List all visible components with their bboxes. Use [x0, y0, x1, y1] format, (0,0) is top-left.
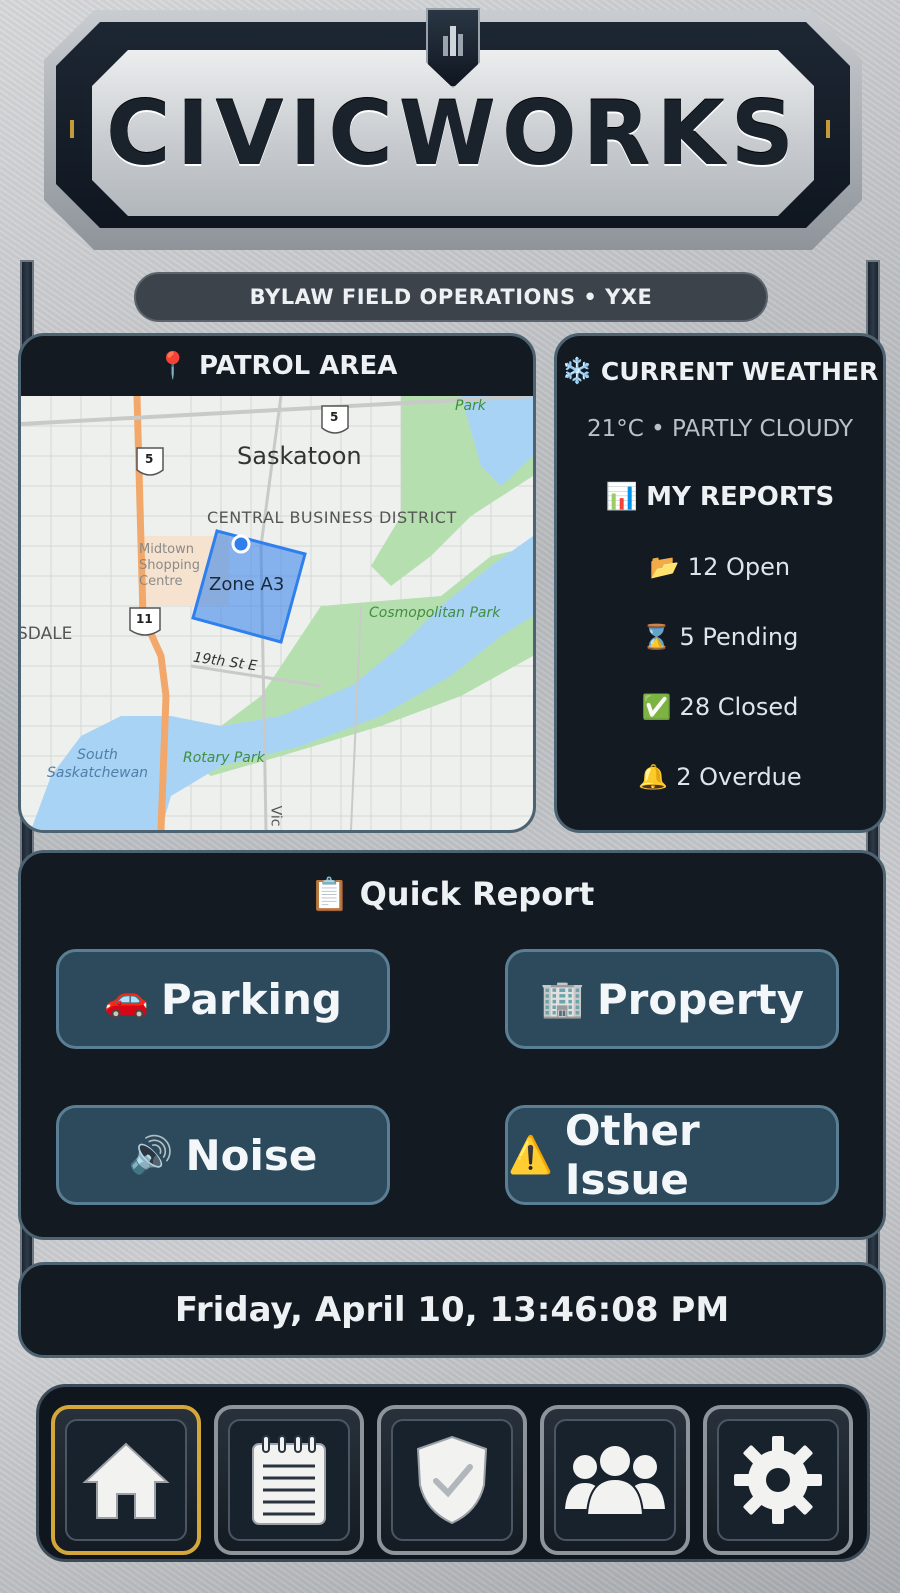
button-label: Other Issue	[564, 1106, 700, 1204]
report-stat-label: 28 Closed	[679, 693, 799, 721]
map-label-park: Rotary Park	[183, 750, 265, 766]
map-label-river-line: Saskatchewan	[47, 765, 149, 781]
nav-settings-inner	[717, 1419, 839, 1541]
speaker-icon: 🔊	[128, 1135, 174, 1176]
button-label: Property	[596, 974, 804, 1024]
report-stat-label: 5 Pending	[679, 623, 799, 651]
quick-report-header: 📋 Quick Report	[21, 875, 883, 913]
gear-icon	[734, 1436, 822, 1524]
highway-shield-label: 5	[145, 452, 154, 466]
map-label-mall-line: Shopping	[139, 558, 201, 573]
clipboard-icon: 📋	[309, 875, 350, 913]
map-label-street: Vic	[267, 805, 284, 827]
weather-header: ❄️ CURRENT WEATHER	[557, 356, 883, 386]
header-accent	[70, 120, 74, 138]
other-issue-report-button[interactable]: ⚠️ Other Issue	[505, 1105, 839, 1205]
patrol-area-panel: 📍 PATROL AREA 5 5 11 Park Saskatoon CENT…	[18, 333, 536, 833]
patrol-area-title: PATROL AREA	[199, 351, 398, 381]
current-datetime: Friday, April 10, 13:46:08 PM	[174, 1290, 730, 1330]
weather-condition: 21°C • PARTLY CLOUDY	[586, 416, 854, 442]
patrol-map[interactable]: 5 5 11 Park Saskatoon CENTRAL BUSINESS D…	[21, 396, 533, 830]
shield-check-icon	[416, 1435, 488, 1525]
building-icon: 🏢	[540, 979, 585, 1020]
bottom-nav	[36, 1384, 870, 1562]
report-stat-label: 2 Overdue	[676, 763, 802, 791]
map-label-city: Saskatoon	[237, 442, 362, 470]
quick-report-title: Quick Report	[359, 875, 595, 913]
reports-header: 📊 MY REPORTS	[557, 482, 883, 512]
nav-compliance-inner	[391, 1419, 513, 1541]
pin-icon: 📍	[156, 351, 190, 381]
report-stat-closed[interactable]: ✅ 28 Closed	[557, 672, 883, 742]
map-label-park: Park	[455, 398, 486, 414]
hourglass-icon: ⌛	[641, 623, 672, 651]
highway-shield-label: 5	[330, 410, 339, 424]
chart-icon: 📊	[605, 482, 639, 512]
snowflake-icon: ❄️	[561, 356, 593, 385]
report-stat-open[interactable]: 📂 12 Open	[557, 532, 883, 602]
noise-report-button[interactable]: 🔊 Noise	[56, 1105, 390, 1205]
nav-settings[interactable]	[703, 1405, 853, 1555]
nav-team[interactable]	[540, 1405, 690, 1555]
parking-report-button[interactable]: 🚗 Parking	[56, 949, 390, 1049]
nav-reports-inner	[228, 1419, 350, 1541]
map-label-river-line: South	[77, 747, 118, 763]
datetime-bar: Friday, April 10, 13:46:08 PM	[18, 1262, 886, 1358]
nav-team-inner	[554, 1419, 676, 1541]
map-label-mall-line: Centre	[139, 574, 183, 589]
highway-shield-label: 11	[136, 612, 153, 626]
weather-reports-panel: ❄️ CURRENT WEATHER 21°C • PARTLY CLOUDY …	[554, 333, 886, 833]
map-label-park: Cosmopolitan Park	[369, 605, 501, 621]
report-stat-overdue[interactable]: 🔔 2 Overdue	[557, 742, 883, 812]
warning-icon: ⚠️	[508, 1135, 553, 1176]
report-stat-label: 12 Open	[687, 553, 791, 581]
weather-title: CURRENT WEATHER	[600, 356, 879, 386]
folder-icon: 📂	[649, 553, 680, 581]
header-accent	[826, 120, 830, 138]
report-stat-pending[interactable]: ⌛ 5 Pending	[557, 602, 883, 672]
nav-reports[interactable]	[214, 1405, 364, 1555]
nav-home[interactable]	[51, 1405, 201, 1555]
map-label-mall: Midtown Shopping Centre	[139, 542, 200, 590]
map-label-district: CENTRAL BUSINESS DISTRICT	[207, 508, 457, 527]
patrol-area-header: 📍 PATROL AREA	[21, 336, 533, 396]
car-icon: 🚗	[104, 979, 149, 1020]
check-icon: ✅	[641, 693, 672, 721]
nav-compliance[interactable]	[377, 1405, 527, 1555]
report-stats: 📂 12 Open ⌛ 5 Pending ✅ 28 Closed 🔔 2 Ov…	[557, 532, 883, 812]
notepad-icon	[252, 1435, 326, 1525]
team-icon	[565, 1444, 665, 1516]
app-subtitle: BYLAW FIELD OPERATIONS • YXE	[134, 272, 768, 322]
button-label: Parking	[160, 974, 342, 1024]
button-label: Noise	[185, 1130, 318, 1180]
map-label-neighbourhood: SDALE	[21, 624, 73, 644]
map-label-zone: Zone A3	[209, 574, 285, 595]
property-report-button[interactable]: 🏢 Property	[505, 949, 839, 1049]
map-label-mall-line: Midtown	[139, 542, 195, 557]
quick-report-panel: 📋 Quick Report 🚗 Parking 🏢 Property 🔊 No…	[18, 850, 886, 1240]
reports-title: MY REPORTS	[646, 482, 835, 512]
bell-icon: 🔔	[638, 763, 669, 791]
home-icon	[82, 1442, 170, 1519]
nav-home-inner	[65, 1419, 187, 1541]
app-title: CIVICWORKS	[106, 81, 800, 185]
map-label-river: South Saskatchewan	[47, 746, 148, 782]
